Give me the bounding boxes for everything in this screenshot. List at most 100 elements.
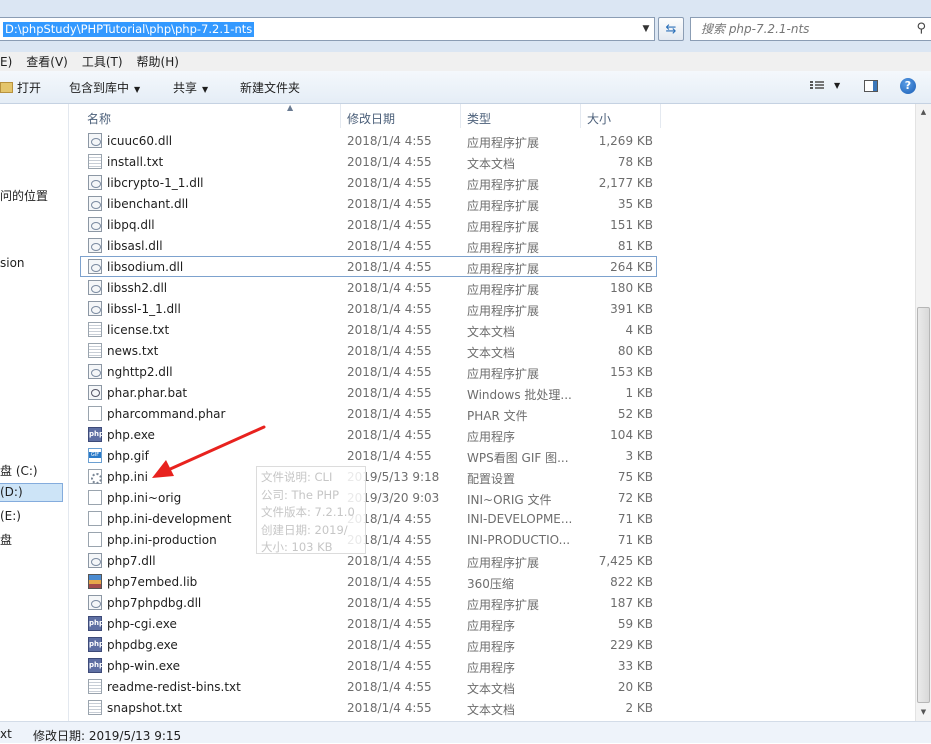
- address-dropdown-icon[interactable]: ▼: [638, 18, 654, 40]
- dll-icon: [88, 364, 102, 379]
- open-button[interactable]: 打开: [0, 79, 41, 96]
- open-icon: [0, 82, 13, 93]
- table-row[interactable]: php.ini~orig 2019/3/20 9:03 INI~ORIG 文件 72 …: [80, 487, 915, 508]
- table-row[interactable]: libsasl.dll 2018/1/4 4:55 应用程序扩展 81 KB: [80, 235, 915, 256]
- preview-pane-icon[interactable]: [864, 80, 878, 92]
- table-row[interactable]: php7embed.lib 2018/1/4 4:55 360压缩 822 KB: [80, 571, 915, 592]
- table-row[interactable]: php phpdbg.exe 2018/1/4 4:55 应用程序 229 KB: [80, 634, 915, 655]
- nav-item-drive-e[interactable]: (E:): [0, 509, 21, 523]
- file-size: 104 KB: [610, 428, 653, 442]
- address-field[interactable]: D:\phpStudy\PHPTutorial\php\php-7.2.1-nt…: [0, 17, 655, 41]
- file-size: 52 KB: [617, 407, 653, 421]
- table-row[interactable]: snapshot.txt 2018/1/4 4:55 文本文档 2 KB: [80, 697, 915, 718]
- share-button[interactable]: 共享 ▼: [173, 79, 208, 96]
- vertical-scrollbar[interactable]: ▲ ▼: [915, 104, 931, 721]
- table-row[interactable]: libssh2.dll 2018/1/4 4:55 应用程序扩展 180 KB: [80, 277, 915, 298]
- address-bar-area: D:\phpStudy\PHPTutorial\php\php-7.2.1-nt…: [0, 0, 931, 52]
- table-row[interactable]: nghttp2.dll 2018/1/4 4:55 应用程序扩展 153 KB: [80, 361, 915, 382]
- file-list: icuuc60.dll 2018/1/4 4:55 应用程序扩展 1,269 KB in…: [80, 130, 915, 720]
- table-row[interactable]: libssl-1_1.dll 2018/1/4 4:55 应用程序扩展 391 KB: [80, 298, 915, 319]
- dropdown-arrow-icon: ▼: [134, 85, 141, 94]
- table-row[interactable]: install.txt 2018/1/4 4:55 文本文档 78 KB: [80, 151, 915, 172]
- nav-item-drive-d[interactable]: (D:): [0, 483, 63, 502]
- table-row[interactable]: libpq.dll 2018/1/4 4:55 应用程序扩展 151 KB: [80, 214, 915, 235]
- scroll-down-icon[interactable]: ▼: [916, 704, 931, 721]
- file-date: 2018/1/4 4:55: [347, 197, 432, 211]
- table-row[interactable]: pharcommand.phar 2018/1/4 4:55 PHAR 文件 52 K…: [80, 403, 915, 424]
- file-name: libssl-1_1.dll: [107, 302, 181, 316]
- table-row[interactable]: php.ini-development 2018/1/4 4:55 INI-DEVE…: [80, 508, 915, 529]
- nav-item-recent-places[interactable]: 问的位置: [0, 187, 48, 204]
- file-date: 2018/1/4 4:55: [347, 365, 432, 379]
- column-divider[interactable]: [340, 104, 341, 128]
- help-icon[interactable]: ?: [900, 78, 916, 94]
- file-name: phpdbg.exe: [107, 638, 178, 652]
- column-divider[interactable]: [660, 104, 661, 128]
- dropdown-arrow-icon: ▼: [202, 85, 209, 94]
- file-size: 71 KB: [617, 533, 653, 547]
- file-name: php7embed.lib: [107, 575, 198, 589]
- view-options-icon[interactable]: [810, 80, 824, 92]
- column-size[interactable]: 大小: [587, 110, 611, 127]
- table-row[interactable]: php7.dll 2018/1/4 4:55 应用程序扩展 7,425 KB: [80, 550, 915, 571]
- include-in-library-button[interactable]: 包含到库中 ▼: [69, 79, 140, 96]
- table-row[interactable]: php.ini 2019/5/13 9:18 配置设置 75 KB: [80, 466, 915, 487]
- table-row[interactable]: readme-redist-bins.txt 2018/1/4 4:55 文本文档 2…: [80, 676, 915, 697]
- table-row[interactable]: php.ini-production 2018/1/4 4:55 INI-PRODU…: [80, 529, 915, 550]
- file-date: 2018/1/4 4:55: [347, 428, 432, 442]
- table-row[interactable]: php php-cgi.exe 2018/1/4 4:55 应用程序 59 KB: [80, 613, 915, 634]
- scrollbar-thumb[interactable]: [917, 307, 930, 703]
- file-name: libpq.dll: [107, 218, 155, 232]
- column-divider[interactable]: [580, 104, 581, 128]
- new-folder-button[interactable]: 新建文件夹: [240, 79, 300, 96]
- table-row[interactable]: libcrypto-1_1.dll 2018/1/4 4:55 应用程序扩展 2,17…: [80, 172, 915, 193]
- file-name: libsodium.dll: [107, 260, 184, 274]
- table-row[interactable]: php php.exe 2018/1/4 4:55 应用程序 104 KB: [80, 424, 915, 445]
- address-path[interactable]: D:\phpStudy\PHPTutorial\php\php-7.2.1-nt…: [3, 22, 255, 37]
- menu-edit[interactable]: E): [0, 55, 12, 69]
- menu-help[interactable]: 帮助(H): [137, 53, 179, 70]
- column-type[interactable]: 类型: [467, 110, 491, 127]
- table-row[interactable]: php php-win.exe 2018/1/4 4:55 应用程序 33 KB: [80, 655, 915, 676]
- file-size: 153 KB: [610, 365, 653, 379]
- nav-item-drive-c[interactable]: 盘 (C:): [0, 462, 38, 479]
- dll-icon: [88, 133, 102, 148]
- file-date: 2018/1/4 4:55: [347, 680, 432, 694]
- status-bar: xt 修改日期: 2019/5/13 9:15: [0, 721, 931, 743]
- file-date: 2018/1/4 4:55: [347, 701, 432, 715]
- table-row[interactable]: php.gif 2018/1/4 4:55 WPS看图 GIF 图... 3 KB: [80, 445, 915, 466]
- search-icon[interactable]: ⚲: [916, 21, 926, 36]
- file-type: 应用程序扩展: [467, 199, 540, 213]
- file-size: 20 KB: [617, 680, 653, 694]
- file-name: php-win.exe: [107, 659, 181, 673]
- status-file-type: xt: [0, 727, 12, 741]
- table-row[interactable]: libenchant.dll 2018/1/4 4:55 应用程序扩展 35 KB: [80, 193, 915, 214]
- menu-tools[interactable]: 工具(T): [82, 53, 123, 70]
- refresh-button[interactable]: ⇆: [658, 17, 684, 41]
- search-input[interactable]: [699, 21, 903, 37]
- search-box[interactable]: ⚲: [690, 17, 931, 41]
- menu-view[interactable]: 查看(V): [26, 53, 68, 70]
- file-size: 75 KB: [617, 470, 653, 484]
- text-file-icon: [88, 700, 102, 715]
- table-row[interactable]: php7phpdbg.dll 2018/1/4 4:55 应用程序扩展 187 KB: [80, 592, 915, 613]
- table-row[interactable]: libsodium.dll 2018/1/4 4:55 应用程序扩展 264 KB: [80, 256, 657, 277]
- file-date: 2018/1/4 4:55: [347, 281, 432, 295]
- config-file-icon: [88, 469, 102, 484]
- column-date[interactable]: 修改日期: [347, 110, 395, 127]
- scroll-up-icon[interactable]: ▲: [916, 104, 931, 121]
- table-row[interactable]: news.txt 2018/1/4 4:55 文本文档 80 KB: [80, 340, 915, 361]
- table-row[interactable]: icuuc60.dll 2018/1/4 4:55 应用程序扩展 1,269 KB: [80, 130, 915, 151]
- column-divider[interactable]: [460, 104, 461, 128]
- table-row[interactable]: phar.phar.bat 2018/1/4 4:55 Windows 批处理...…: [80, 382, 915, 403]
- file-type: 应用程序扩展: [467, 304, 540, 318]
- file-date: 2018/1/4 4:55: [347, 659, 432, 673]
- nav-item-disk[interactable]: 盘: [0, 531, 12, 548]
- table-row[interactable]: license.txt 2018/1/4 4:55 文本文档 4 KB: [80, 319, 915, 340]
- column-name[interactable]: 名称: [87, 110, 111, 127]
- nav-item-subversion[interactable]: sion: [0, 256, 25, 270]
- file-type: 文本文档: [467, 325, 516, 339]
- file-size: 59 KB: [617, 617, 653, 631]
- menu-bar: E) 查看(V) 工具(T) 帮助(H): [0, 52, 931, 71]
- view-dropdown-icon[interactable]: ▼: [834, 81, 840, 90]
